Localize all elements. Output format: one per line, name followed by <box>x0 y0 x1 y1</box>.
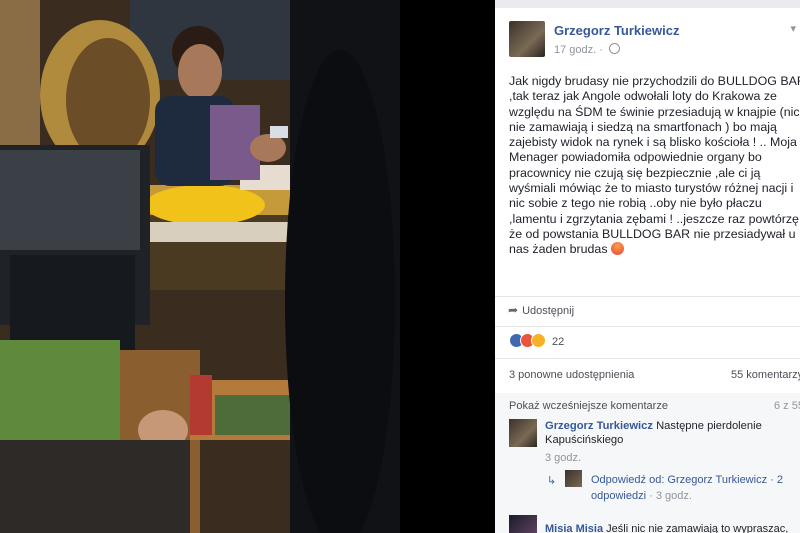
author-avatar[interactable] <box>509 21 545 57</box>
comment-time[interactable]: 3 godz. <box>545 452 581 464</box>
reply-arrow-icon: ↳ <box>547 475 557 487</box>
comment-author[interactable]: Misia Misia <box>545 523 603 533</box>
reaction-count: 22 <box>552 336 565 348</box>
angry-face-icon <box>610 242 624 256</box>
photo <box>0 0 400 533</box>
comment: Misia Misia Jeśli nic nie zamawiają to w… <box>545 523 795 533</box>
post-meta: 17 godz. · <box>554 43 620 56</box>
comment: Grzegorz Turkiewicz Następne pierdolenie… <box>545 419 795 447</box>
black-gap <box>400 0 495 533</box>
replies-link[interactable]: Odpowiedź od: Grzegorz Turkiewicz · 2 od… <box>591 472 796 504</box>
divider <box>495 358 800 359</box>
share-label: Udostępnij <box>522 305 575 317</box>
share-arrow-icon: ➦ <box>508 303 519 317</box>
facebook-post-panel: Grzegorz Turkiewicz 17 godz. · ▾ Jak nig… <box>495 8 800 533</box>
comments-progress: 6 z 55 <box>774 400 800 412</box>
post-time[interactable]: 17 godz. · <box>554 44 603 56</box>
share-button[interactable]: ➦ Udostępnij <box>508 303 574 317</box>
reply-avatar <box>565 470 582 487</box>
reply-time: · 3 godz. <box>649 490 692 502</box>
comments-count-link[interactable]: 55 komentarzy <box>731 369 800 381</box>
wow-reaction-icon <box>531 333 546 348</box>
globe-icon <box>608 43 620 54</box>
post-body-text: Jak nigdy brudasy nie przychodzili do BU… <box>509 74 800 257</box>
reactions-summary[interactable]: 22 <box>509 333 564 348</box>
shares-link[interactable]: 3 ponowne udostępnienia <box>509 369 634 381</box>
post-author[interactable]: Grzegorz Turkiewicz <box>554 23 679 38</box>
show-previous-comments[interactable]: Pokaż wcześniejsze komentarze <box>509 400 668 412</box>
divider <box>495 326 800 327</box>
photo-scene <box>0 0 400 533</box>
commenter-avatar[interactable] <box>509 419 537 447</box>
comment-author[interactable]: Grzegorz Turkiewicz <box>545 420 653 432</box>
chevron-down-icon[interactable]: ▾ <box>790 22 796 35</box>
divider <box>495 296 800 297</box>
top-strip <box>495 0 800 8</box>
comment-text: Jeśli nic nie zamawiają to wypraszac, <box>606 523 789 533</box>
comments-section <box>495 393 800 533</box>
post-body: Jak nigdy brudasy nie przychodzili do BU… <box>509 74 800 258</box>
commenter-avatar[interactable] <box>509 515 537 533</box>
